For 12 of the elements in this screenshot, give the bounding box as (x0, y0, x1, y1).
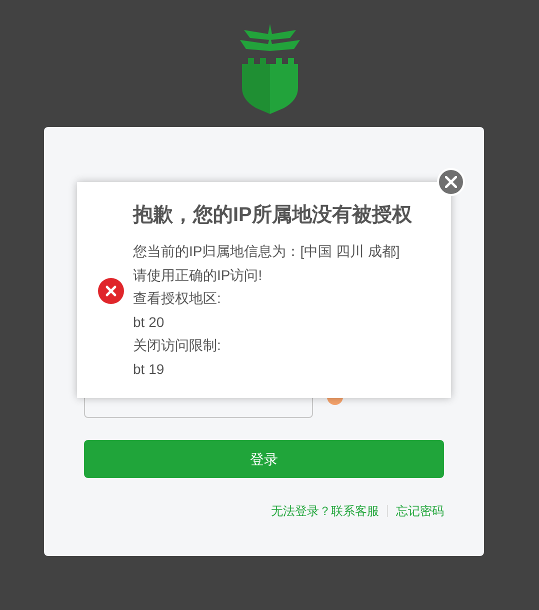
login-button[interactable]: 登录 (84, 440, 444, 478)
message-line: bt 20 (133, 312, 164, 332)
message-line: bt 19 (133, 360, 164, 378)
message-line: 您当前的IP归属地信息为：[中国 四川 成都] (133, 242, 400, 261)
message-line: 关闭访问限制: (133, 336, 221, 355)
message-line: 请使用正确的IP访问! (133, 266, 262, 284)
dialog-title: 抱歉，您的IP所属地没有被授权 (133, 203, 413, 228)
message-line: 查看授权地区: (133, 289, 221, 308)
error-icon (98, 278, 124, 304)
help-link[interactable]: 无法登录？联系客服 (271, 502, 379, 520)
close-icon (445, 176, 457, 188)
help-link[interactable]: 忘记密码 (396, 502, 444, 520)
